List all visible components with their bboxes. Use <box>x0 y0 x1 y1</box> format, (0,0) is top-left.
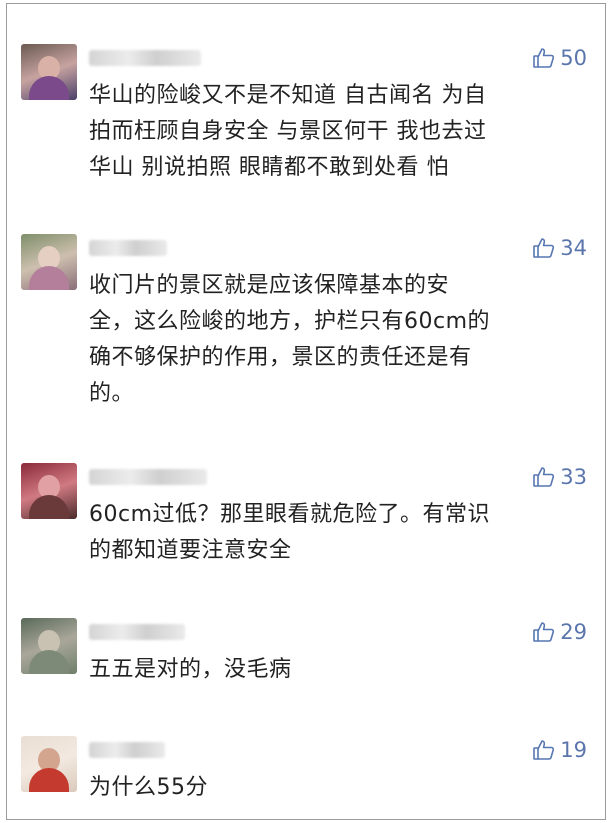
comment-list: 50 华山的险峻又不是不知道 自古闻名 为自 拍而枉顾自身安全 与景区何干 我也… <box>6 3 606 820</box>
comment-text: 五五是对的，没毛病 <box>89 657 292 682</box>
username-blurred[interactable] <box>89 50 201 66</box>
like-count: 33 <box>560 465 587 489</box>
avatar[interactable] <box>21 618 77 674</box>
comment-text: 为什么55分 <box>89 775 208 800</box>
thumbs-up-icon <box>533 238 555 258</box>
like-count: 50 <box>560 46 587 70</box>
like-count: 34 <box>560 236 587 260</box>
username-blurred[interactable] <box>89 240 167 256</box>
like-button[interactable]: 19 <box>532 738 587 762</box>
avatar[interactable] <box>21 234 77 290</box>
comment-text: 60cm过低？那里眼看就危险了。有常识 的都知道要注意安全 <box>89 502 491 563</box>
avatar[interactable] <box>21 463 77 519</box>
like-button[interactable]: 34 <box>532 236 587 260</box>
thumbs-up-icon <box>533 622 555 642</box>
username-blurred[interactable] <box>89 742 165 758</box>
thumbs-up-icon <box>533 740 555 760</box>
thumbs-up-icon <box>533 48 555 68</box>
like-button[interactable]: 29 <box>532 620 587 644</box>
like-button[interactable]: 33 <box>532 465 587 489</box>
comment-text: 华山的险峻又不是不知道 自古闻名 为自 拍而枉顾自身安全 与景区何干 我也去过 … <box>89 83 487 180</box>
like-count: 19 <box>560 738 587 762</box>
thumbs-up-icon <box>533 467 555 487</box>
username-blurred[interactable] <box>89 469 207 485</box>
username-blurred[interactable] <box>89 624 185 640</box>
avatar[interactable] <box>21 736 77 792</box>
comment-text: 收门片的景区就是应该保障基本的安 全，这么险峻的地方，护栏只有60cm的 确不够… <box>89 273 491 406</box>
avatar[interactable] <box>21 44 77 100</box>
like-button[interactable]: 50 <box>532 46 587 70</box>
like-count: 29 <box>560 620 587 644</box>
